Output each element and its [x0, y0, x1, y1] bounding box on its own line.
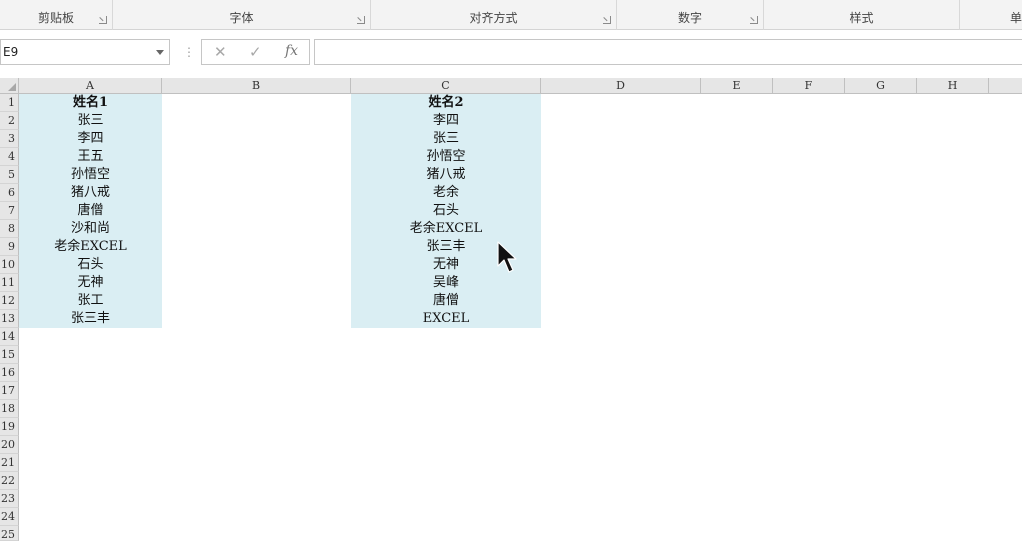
mouse-pointer-icon: [497, 241, 517, 273]
column-header-a[interactable]: A: [19, 78, 162, 94]
row-header[interactable]: 23: [0, 490, 19, 508]
row-header[interactable]: 2: [0, 112, 19, 130]
row-header[interactable]: 17: [0, 382, 19, 400]
ribbon-group-number: 数字: [617, 0, 764, 30]
formula-buttons: ✕ ✓ fx: [201, 39, 310, 65]
dialog-launcher-icon[interactable]: [603, 16, 611, 24]
ribbon-group-label-cells: 单: [1010, 11, 1022, 25]
ribbon-group-cells: 单: [960, 0, 1022, 30]
cancel-icon[interactable]: ✕: [214, 43, 227, 61]
cell-a[interactable]: 石头: [19, 256, 162, 274]
cell-c[interactable]: 唐僧: [351, 292, 541, 310]
row-header[interactable]: 15: [0, 346, 19, 364]
cell-c[interactable]: 老余: [351, 184, 541, 202]
formula-input[interactable]: [314, 39, 1022, 65]
cell-a[interactable]: 张三丰: [19, 310, 162, 328]
select-all-triangle-icon[interactable]: [0, 78, 19, 94]
ribbon-group-label-styles: 样式: [849, 11, 874, 25]
ribbon-group-alignment: 对齐方式: [371, 0, 617, 30]
row-header[interactable]: 18: [0, 400, 19, 418]
ribbon-group-styles: 样式: [764, 0, 960, 30]
row-header[interactable]: 13: [0, 310, 19, 328]
row-header[interactable]: 8: [0, 220, 19, 238]
cell-a[interactable]: 张三: [19, 112, 162, 130]
cell-a[interactable]: 唐僧: [19, 202, 162, 220]
cell-a[interactable]: 张工: [19, 292, 162, 310]
dialog-launcher-icon[interactable]: [99, 16, 107, 24]
column-header-h[interactable]: H: [917, 78, 989, 94]
column-header-g[interactable]: G: [845, 78, 917, 94]
cell-a[interactable]: 沙和尚: [19, 220, 162, 238]
cell-a-header[interactable]: 姓名1: [19, 94, 162, 112]
ribbon-group-strip: 剪贴板 字体 对齐方式 数字 样式 单: [0, 0, 1022, 30]
cell-a[interactable]: 无神: [19, 274, 162, 292]
column-header-c[interactable]: C: [351, 78, 541, 94]
ribbon-group-label-clipboard: 剪贴板: [37, 11, 74, 25]
cell-c[interactable]: 张三: [351, 130, 541, 148]
row-header[interactable]: 24: [0, 508, 19, 526]
row-header[interactable]: 7: [0, 202, 19, 220]
ribbon-group-label-number: 数字: [677, 11, 702, 25]
row-header[interactable]: 11: [0, 274, 19, 292]
formula-bar-row: E9 ⋮ ✕ ✓ fx: [0, 30, 1022, 78]
row-header[interactable]: 16: [0, 364, 19, 382]
name-box[interactable]: E9: [0, 39, 170, 65]
row-header[interactable]: 20: [0, 436, 19, 454]
splitter-dots-icon[interactable]: ⋮: [183, 45, 195, 59]
row-header[interactable]: 21: [0, 454, 19, 472]
row-header[interactable]: 5: [0, 166, 19, 184]
ribbon-group-label-alignment: 对齐方式: [469, 11, 518, 25]
column-header-b[interactable]: B: [162, 78, 351, 94]
row-header[interactable]: 10: [0, 256, 19, 274]
cell-a[interactable]: 李四: [19, 130, 162, 148]
cell-c[interactable]: 猪八戒: [351, 166, 541, 184]
row-header[interactable]: 3: [0, 130, 19, 148]
dialog-launcher-icon[interactable]: [357, 16, 365, 24]
ribbon-group-font: 字体: [113, 0, 371, 30]
row-header[interactable]: 1: [0, 94, 19, 112]
name-box-value: E9: [3, 45, 19, 59]
row-header[interactable]: 4: [0, 148, 19, 166]
cell-c[interactable]: 孙悟空: [351, 148, 541, 166]
row-header[interactable]: 12: [0, 292, 19, 310]
cell-c[interactable]: 吴峰: [351, 274, 541, 292]
row-header[interactable]: 6: [0, 184, 19, 202]
column-header-d[interactable]: D: [541, 78, 701, 94]
cell-c[interactable]: EXCEL: [351, 310, 541, 328]
cell-c[interactable]: 石头: [351, 202, 541, 220]
cell-a[interactable]: 猪八戒: [19, 184, 162, 202]
cell-a[interactable]: 王五: [19, 148, 162, 166]
row-header[interactable]: 25: [0, 526, 19, 541]
row-header[interactable]: 14: [0, 328, 19, 346]
chevron-down-icon[interactable]: [156, 50, 164, 55]
ribbon-group-label-font: 字体: [229, 11, 254, 25]
cell-a[interactable]: 孙悟空: [19, 166, 162, 184]
dialog-launcher-icon[interactable]: [750, 16, 758, 24]
column-header-e[interactable]: E: [701, 78, 773, 94]
row-header[interactable]: 9: [0, 238, 19, 256]
ribbon-group-clipboard: 剪贴板: [0, 0, 113, 30]
row-header[interactable]: 22: [0, 472, 19, 490]
enter-icon[interactable]: ✓: [249, 43, 262, 61]
insert-function-icon[interactable]: fx: [285, 43, 298, 59]
cell-c[interactable]: 老余EXCEL: [351, 220, 541, 238]
row-header[interactable]: 19: [0, 418, 19, 436]
cell-c-header[interactable]: 姓名2: [351, 94, 541, 112]
column-header-f[interactable]: F: [773, 78, 845, 94]
worksheet-grid[interactable]: A B C D E F G H 1 2 3 4 5 6 7 8 9 10 11 …: [0, 78, 1022, 541]
cell-c[interactable]: 李四: [351, 112, 541, 130]
cell-a[interactable]: 老余EXCEL: [19, 238, 162, 256]
column-header-next[interactable]: [989, 78, 1022, 94]
